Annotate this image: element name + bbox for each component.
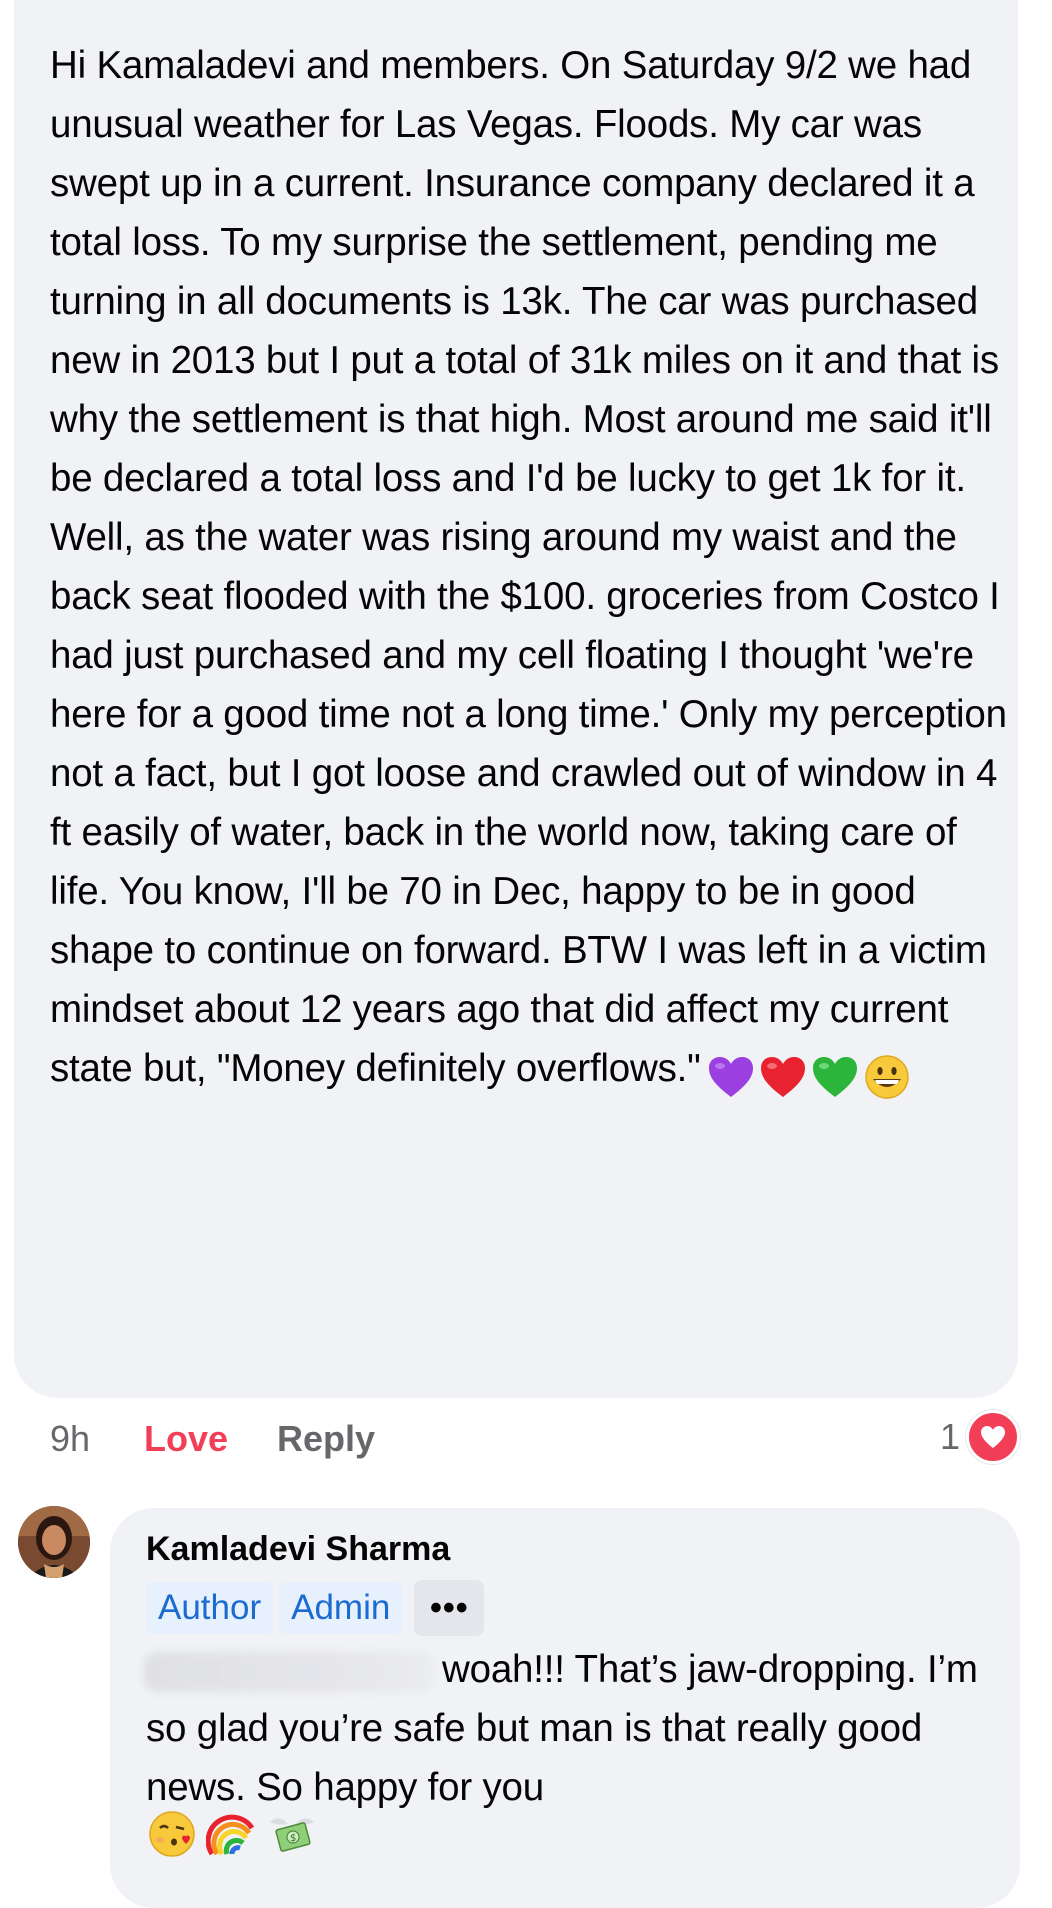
author-badge: Author [146,1582,274,1634]
comment-timestamp: 9h [50,1418,91,1459]
reaction-summary[interactable]: 1 [939,1410,1020,1464]
svg-text:$: $ [290,1833,296,1844]
reply-emoji-row: $ [146,1808,318,1860]
comment-body: Hi Kamaladevi and members. On Saturday 9… [50,44,1007,1090]
reply-text: woah!!! That’s jaw-dropping. I’m so glad… [146,1648,978,1809]
admin-badge: Admin [279,1582,403,1634]
reaction-count: 1 [939,1416,960,1457]
love-reaction-icon [966,1410,1020,1464]
love-reaction-button[interactable]: Love [144,1418,228,1460]
red-heart-icon [760,1056,805,1097]
purple-heart-icon [708,1056,753,1097]
kissing-face-icon [149,1811,195,1857]
author-avatar[interactable] [18,1506,90,1578]
rainbow-icon [206,1814,255,1856]
author-badges: Author Admin ••• [146,1580,485,1636]
reply-button[interactable]: Reply [277,1418,375,1460]
grinning-face-icon [864,1055,909,1099]
money-with-wings-icon: $ [270,1818,314,1852]
comment-meta-row: 9h Love Reply 1 [50,1410,1020,1470]
comment-text: Hi Kamaladevi and members. On Saturday 9… [50,36,1010,1104]
more-options-button[interactable]: ••• [414,1580,485,1636]
comment-emoji-row [705,1045,913,1104]
green-heart-icon [812,1056,857,1097]
reply-author-name[interactable]: Kamladevi Sharma [146,1530,450,1569]
